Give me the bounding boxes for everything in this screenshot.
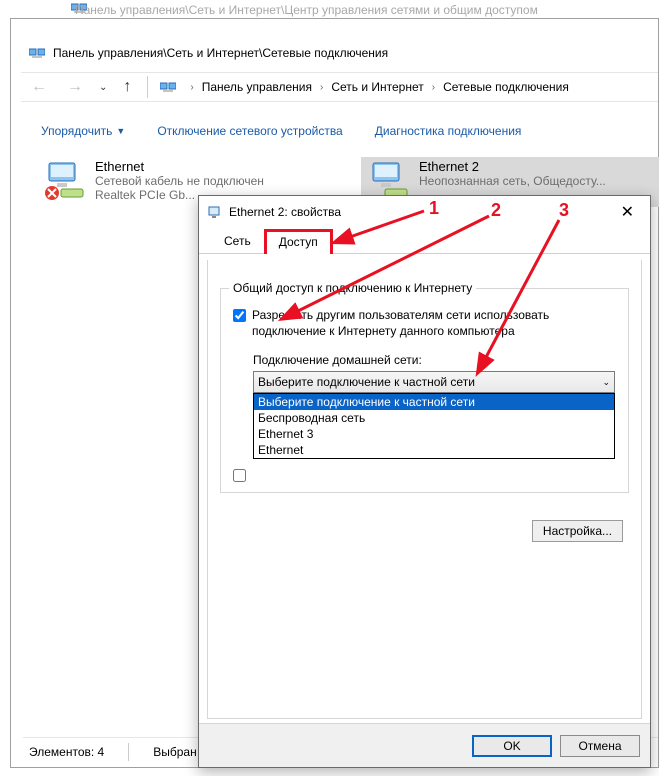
combo-value: Выберите подключение к частной сети — [258, 375, 475, 389]
combo-option[interactable]: Ethernet 3 — [254, 426, 614, 442]
breadcrumb-c[interactable]: Сетевые подключения — [443, 80, 569, 94]
connection-name: Ethernet — [95, 159, 264, 174]
divider — [147, 76, 148, 98]
dialog-icon — [207, 205, 221, 219]
tabs: Сеть Доступ — [199, 228, 650, 254]
nav-history-dropdown[interactable]: ⌄ — [93, 82, 113, 93]
status-count: Элементов: 4 — [29, 745, 104, 759]
settings-button[interactable]: Настройка... — [532, 520, 623, 542]
close-button[interactable]: ✕ — [613, 200, 642, 224]
properties-dialog: Ethernet 2: свойства ✕ Сеть Доступ Общий… — [198, 195, 651, 768]
nav-up-icon[interactable]: ↑ — [113, 78, 141, 96]
combo-button[interactable]: Выберите подключение к частной сети ⌄ — [253, 371, 615, 393]
dialog-title: Ethernet 2: свойства — [229, 205, 341, 219]
ok-button[interactable]: OK — [472, 735, 552, 757]
home-network-combo[interactable]: Выберите подключение к частной сети ⌄ Вы… — [253, 371, 615, 393]
divider — [128, 743, 129, 761]
nav-fwd-icon: → — [57, 78, 93, 96]
home-network-label: Подключение домашней сети: — [253, 353, 616, 367]
address-icon — [160, 81, 176, 93]
allow-sharing-row: Разрешить другим пользователям сети испо… — [233, 307, 616, 339]
allow-sharing-checkbox[interactable] — [233, 309, 246, 322]
nav-back-icon[interactable]: ← — [21, 78, 57, 96]
network-adapter-icon — [43, 159, 87, 203]
combo-dropdown-list: Выберите подключение к частной сети Бесп… — [253, 393, 615, 459]
chevron-right-icon[interactable]: › — [312, 82, 331, 93]
cancel-button[interactable]: Отмена — [560, 735, 640, 757]
group-label: Общий доступ к подключению к Интернету — [229, 281, 476, 295]
breadcrumb-b[interactable]: Сеть и Интернет — [331, 80, 423, 94]
diagnose-button[interactable]: Диагностика подключения — [375, 124, 522, 138]
address-bar: ← → ⌄ ↑ › Панель управления › Сеть и Инт… — [21, 72, 658, 102]
arrange-label: Упорядочить — [41, 124, 112, 138]
window-icon — [29, 47, 45, 59]
caret-down-icon: ▼ — [116, 126, 125, 136]
window-title: Панель управления\Сеть и Интернет\Сетевы… — [53, 46, 388, 60]
allow-control-row — [233, 467, 616, 482]
dialog-body: Общий доступ к подключению к Интернету Р… — [207, 260, 642, 719]
breadcrumb-a[interactable]: Панель управления — [202, 80, 312, 94]
combo-option[interactable]: Выберите подключение к частной сети — [254, 394, 614, 410]
allow-sharing-label: Разрешить другим пользователям сети испо… — [252, 307, 616, 339]
toolbar: Упорядочить ▼ Отключение сетевого устройс… — [21, 119, 658, 143]
dialog-footer: OK Отмена — [199, 723, 650, 767]
ics-groupbox: Общий доступ к подключению к Интернету Р… — [220, 288, 629, 493]
ghost-window-title: Панель управления\Сеть и Интернет\Центр … — [75, 3, 538, 17]
allow-control-checkbox[interactable] — [233, 469, 246, 482]
tab-sharing[interactable]: Доступ — [264, 229, 333, 254]
combo-option[interactable]: Беспроводная сеть — [254, 410, 614, 426]
arrange-menu[interactable]: Упорядочить ▼ — [41, 124, 125, 138]
disable-device-button[interactable]: Отключение сетевого устройства — [157, 124, 342, 138]
tab-network[interactable]: Сеть — [211, 230, 264, 253]
window-title-bar: Панель управления\Сеть и Интернет\Сетевы… — [21, 41, 388, 65]
dialog-title-bar: Ethernet 2: свойства ✕ — [199, 196, 650, 228]
combo-option[interactable]: Ethernet — [254, 442, 614, 458]
chevron-right-icon[interactable]: › — [182, 82, 201, 93]
connection-status: Сетевой кабель не подключен — [95, 174, 264, 188]
chevron-right-icon[interactable]: › — [424, 82, 443, 93]
connection-name: Ethernet 2 — [419, 159, 606, 174]
connection-status: Неопознанная сеть, Общедосту... — [419, 174, 606, 188]
chevron-down-icon: ⌄ — [602, 377, 610, 388]
